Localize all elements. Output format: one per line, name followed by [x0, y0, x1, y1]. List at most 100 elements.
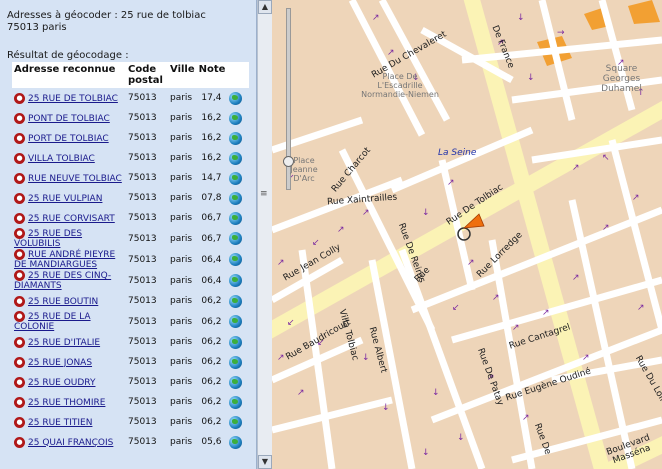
marker-pin-icon[interactable]: ● — [14, 152, 25, 164]
marker-pin-icon[interactable]: ● — [14, 416, 25, 428]
results-table: Adresse reconnue Code postal Ville Note … — [12, 62, 250, 452]
marker-pin-icon[interactable]: ● — [14, 270, 25, 281]
city-cell: paris — [170, 213, 193, 223]
svg-text:↓: ↓ — [457, 433, 465, 443]
globe-icon[interactable] — [229, 415, 243, 429]
svg-text:↓: ↓ — [422, 208, 430, 218]
map-cell — [227, 249, 249, 270]
note-cell: 16,2 — [201, 133, 222, 143]
column-header-city: Ville — [168, 62, 197, 88]
address-link[interactable]: 25 RUE OUDRY — [28, 378, 95, 388]
globe-icon[interactable] — [229, 335, 243, 349]
marker-pin-icon[interactable]: ● — [14, 228, 25, 239]
address-link[interactable]: 25 RUE DE LA COLONIE — [14, 312, 91, 332]
address-link[interactable]: PORT DE TOLBIAC — [28, 134, 109, 144]
marker-pin-icon[interactable]: ● — [14, 295, 25, 307]
map-cell — [227, 311, 249, 332]
geocode-results-panel: Adresses à géocoder : 25 rue de tolbiac … — [0, 0, 257, 469]
scroll-grip-icon[interactable]: ≡ — [260, 189, 268, 199]
address-link[interactable]: 25 RUE BOUTIN — [28, 297, 98, 307]
marker-pin-icon[interactable]: ● — [14, 92, 25, 104]
svg-text:↗: ↗ — [522, 413, 530, 423]
marker-pin-icon[interactable]: ● — [14, 436, 25, 448]
address-link[interactable]: PONT DE TOLBIAC — [28, 114, 110, 124]
globe-icon[interactable] — [229, 211, 243, 225]
table-row: ● 25 RUE BOUTIN 75013 paris 06,2 — [12, 291, 249, 311]
note-cell: 07,8 — [201, 193, 222, 203]
marker-pin-icon[interactable]: ● — [14, 249, 25, 260]
address-link[interactable]: 25 RUE DE TOLBIAC — [28, 94, 118, 104]
address-link[interactable]: 25 RUE JONAS — [28, 358, 92, 368]
note-cell: 14,7 — [201, 173, 222, 183]
marker-pin-icon[interactable]: ● — [14, 311, 25, 322]
scroll-down-button[interactable]: ▼ — [258, 455, 272, 469]
marker-pin-icon[interactable]: ● — [14, 132, 25, 144]
globe-icon[interactable] — [229, 111, 243, 125]
note-cell: 05,6 — [201, 437, 222, 447]
scroll-up-button[interactable]: ▲ — [258, 0, 272, 14]
city-cell: paris — [170, 275, 193, 286]
table-row: ● VILLA TOLBIAC 75013 paris 16,2 — [12, 148, 249, 168]
marker-pin-icon[interactable]: ● — [14, 396, 25, 408]
globe-icon[interactable] — [229, 355, 243, 369]
city-cell: paris — [170, 296, 193, 306]
address-link[interactable]: 25 RUE D'ITALIE — [28, 338, 100, 348]
marker-pin-icon[interactable]: ● — [14, 192, 25, 204]
globe-icon[interactable] — [229, 131, 243, 145]
table-row: ● PORT DE TOLBIAC 75013 paris 16,2 — [12, 128, 249, 148]
globe-icon[interactable] — [229, 91, 243, 105]
globe-icon[interactable] — [229, 191, 243, 205]
address-link[interactable]: 25 RUE THOMIRE — [28, 398, 105, 408]
globe-icon[interactable] — [229, 253, 243, 266]
address-cell: ● PORT DE TOLBIAC — [12, 128, 126, 148]
table-row: ● 25 RUE OUDRY 75013 paris 06,2 — [12, 372, 249, 392]
marker-pin-icon[interactable]: ● — [14, 376, 25, 388]
marker-pin-icon[interactable]: ● — [14, 112, 25, 124]
map-cell — [227, 228, 249, 249]
globe-icon[interactable] — [229, 274, 243, 287]
postal-cell: 75013 — [128, 397, 157, 407]
svg-text:↗: ↗ — [387, 48, 395, 58]
globe-icon[interactable] — [229, 315, 243, 328]
svg-text:↗: ↗ — [362, 208, 370, 218]
map-cell — [227, 372, 249, 392]
address-cell: ● 25 RUE DE LA COLONIE — [12, 311, 126, 332]
address-link[interactable]: 25 QUAI FRANÇOIS — [28, 438, 113, 448]
panel-scrollbar[interactable]: ▲ ≡ ▼ — [257, 0, 272, 469]
note-cell: 06,2 — [201, 397, 222, 407]
note-cell: 16,2 — [201, 153, 222, 163]
globe-icon[interactable] — [229, 171, 243, 185]
postal-cell: 75013 — [128, 275, 157, 286]
city-cell: paris — [170, 193, 193, 203]
address-link[interactable]: 25 RUE TITIEN — [28, 418, 92, 428]
city-cell: paris — [170, 417, 193, 427]
globe-icon[interactable] — [229, 435, 243, 449]
globe-icon[interactable] — [229, 395, 243, 409]
globe-icon[interactable] — [229, 294, 243, 308]
globe-icon[interactable] — [229, 375, 243, 389]
city-cell: paris — [170, 233, 193, 244]
globe-icon[interactable] — [229, 151, 243, 165]
address-link[interactable]: 25 RUE CORVISART — [28, 214, 115, 224]
table-row: ● 25 RUE DE LA COLONIE 75013 paris 06,2 — [12, 311, 249, 332]
city-cell: paris — [170, 437, 193, 447]
city-cell: paris — [170, 316, 193, 327]
address-cell: ● PONT DE TOLBIAC — [12, 108, 126, 128]
globe-icon[interactable] — [229, 232, 243, 245]
address-link[interactable]: VILLA TOLBIAC — [28, 154, 95, 164]
address-link[interactable]: 25 RUE DES CINQ-DIAMANTS — [14, 271, 111, 291]
address-link[interactable]: RUE NEUVE TOLBIAC — [28, 174, 122, 184]
marker-pin-icon[interactable]: ● — [14, 356, 25, 368]
note-cell: 06,2 — [201, 337, 222, 347]
address-link[interactable]: RUE ANDRÉ PIEYRE DE MANDIARGUES — [14, 250, 115, 270]
marker-pin-icon[interactable]: ● — [14, 212, 25, 224]
table-row: ● 25 RUE DES VOLUBILIS 75013 paris 06,7 — [12, 228, 249, 249]
address-link[interactable]: 25 RUE VULPIAN — [28, 194, 102, 204]
address-cell: ● 25 RUE D'ITALIE — [12, 332, 126, 352]
street-map[interactable]: ↗↗↓ ↗↓→ ↗↑↖ ↗↗↙ ↙↗↗ ↗↓↗ ↗↗↙ ↗↗↗ ↗↙↙ ↗↓↓ … — [272, 0, 662, 469]
marker-pin-icon[interactable]: ● — [14, 172, 25, 184]
table-row: ● 25 RUE VULPIAN 75013 paris 07,8 — [12, 188, 249, 208]
note-cell: 06,4 — [201, 275, 222, 286]
marker-pin-icon[interactable]: ● — [14, 336, 25, 348]
note-cell: 06,2 — [201, 377, 222, 387]
